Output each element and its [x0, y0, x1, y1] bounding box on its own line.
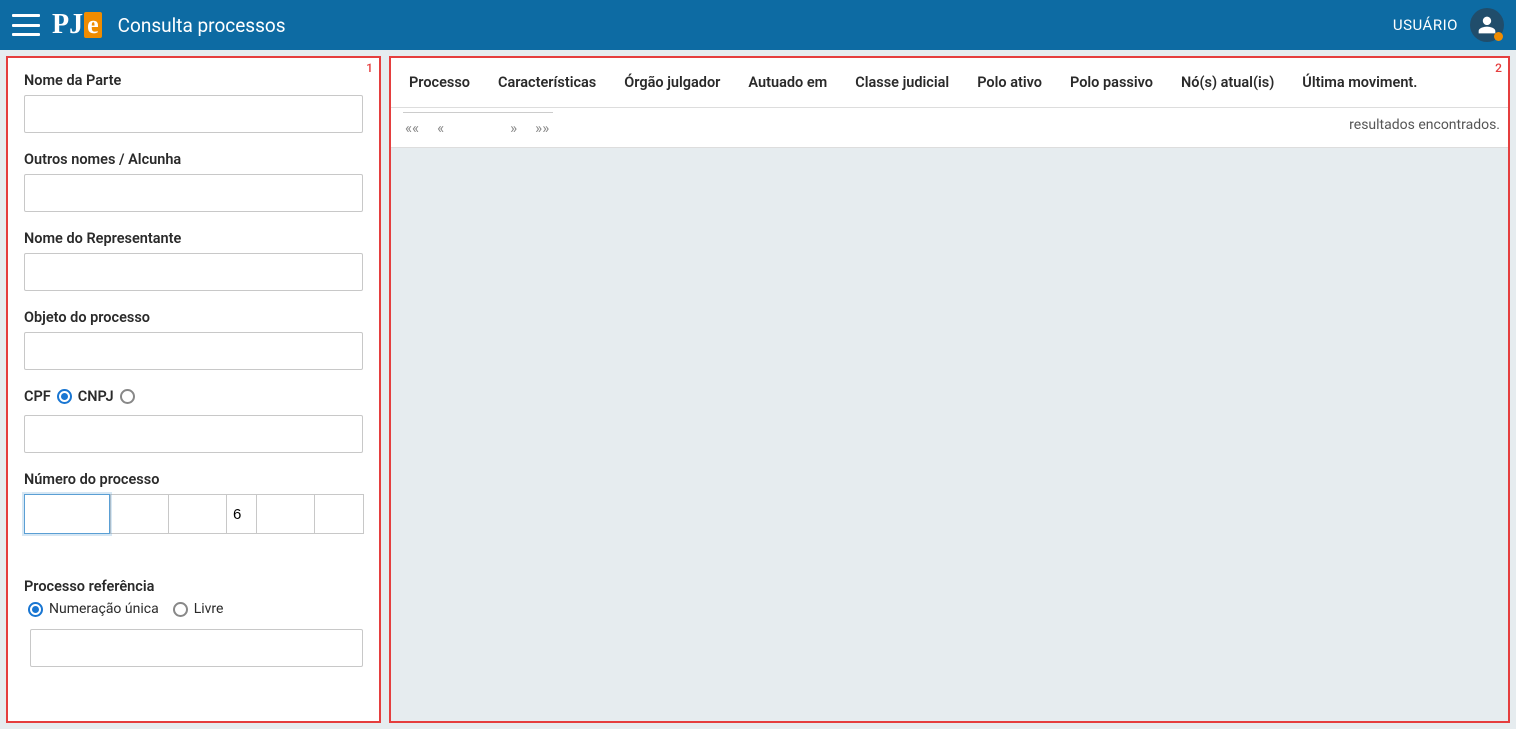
pager-prev[interactable]: «: [437, 119, 444, 137]
label-cnpj: CNPJ: [78, 388, 114, 405]
input-proc-part3[interactable]: [168, 494, 226, 534]
person-icon: [1477, 15, 1497, 35]
field-nome-parte: Nome da Parte: [24, 72, 363, 133]
field-nome-representante: Nome do Representante: [24, 230, 363, 291]
col-orgao-julgador[interactable]: Órgão julgador: [610, 74, 734, 91]
input-proc-part6[interactable]: [314, 494, 364, 534]
field-numero-processo: Número do processo: [24, 471, 363, 534]
input-doc-number[interactable]: [24, 415, 363, 453]
pager-next[interactable]: »: [510, 119, 517, 137]
doc-type-radio-row: CPF CNPJ: [24, 388, 363, 405]
field-doc-type: CPF CNPJ: [24, 388, 363, 453]
results-panel: 2 Processo Características Órgão julgado…: [389, 56, 1510, 723]
radio-cpf[interactable]: [57, 389, 72, 404]
user-avatar[interactable]: [1470, 8, 1504, 42]
numero-processo-inputs: [24, 494, 363, 534]
col-polo-ativo[interactable]: Polo ativo: [963, 74, 1056, 91]
annotation-badge-2: 2: [1495, 61, 1502, 75]
menu-icon[interactable]: [12, 14, 40, 36]
page-title: Consulta processos: [118, 14, 286, 37]
pager: «« « » »»: [399, 119, 553, 137]
field-outros-nomes: Outros nomes / Alcunha: [24, 151, 363, 212]
label-processo-referencia: Processo referência: [24, 578, 363, 595]
label-outros-nomes: Outros nomes / Alcunha: [24, 151, 363, 168]
field-objeto-processo: Objeto do processo: [24, 309, 363, 370]
logo-pj: PJ: [52, 9, 83, 41]
col-caracteristicas[interactable]: Características: [484, 74, 610, 91]
search-filters-panel: 1 Nome da Parte Outros nomes / Alcunha N…: [6, 56, 381, 723]
pager-first[interactable]: ««: [405, 119, 419, 137]
label-objeto-processo: Objeto do processo: [24, 309, 363, 326]
input-processo-referencia[interactable]: [30, 629, 363, 667]
radio-numeracao-unica[interactable]: [28, 602, 43, 617]
main-layout: 1 Nome da Parte Outros nomes / Alcunha N…: [0, 50, 1516, 729]
input-objeto-processo[interactable]: [24, 332, 363, 370]
field-processo-referencia: Processo referência Numeração única Livr…: [24, 578, 363, 667]
radio-cnpj[interactable]: [120, 389, 135, 404]
annotation-badge-1: 1: [366, 61, 373, 75]
col-nos-atuais[interactable]: Nó(s) atual(is): [1167, 74, 1288, 91]
results-count-label: resultados encontrados.: [1349, 117, 1500, 133]
input-nome-parte[interactable]: [24, 95, 363, 133]
label-nome-representante: Nome do Representante: [24, 230, 363, 247]
input-nome-representante[interactable]: [24, 253, 363, 291]
col-ultima-moviment[interactable]: Última moviment.: [1288, 74, 1431, 91]
results-table-header: Processo Características Órgão julgador …: [391, 58, 1508, 108]
col-processo[interactable]: Processo: [395, 74, 484, 91]
col-autuado-em[interactable]: Autuado em: [734, 74, 841, 91]
label-numero-processo: Número do processo: [24, 471, 363, 488]
app-header: PJe Consulta processos USUÁRIO: [0, 0, 1516, 50]
logo-e: e: [84, 12, 102, 38]
radio-livre[interactable]: [173, 602, 188, 617]
app-logo[interactable]: PJe: [52, 9, 102, 41]
label-nome-parte: Nome da Parte: [24, 72, 363, 89]
input-proc-part2[interactable]: [110, 494, 168, 534]
results-body: [391, 148, 1508, 721]
header-right: USUÁRIO: [1393, 8, 1504, 42]
results-footer: «« « » »» resultados encontrados.: [391, 108, 1508, 148]
header-left: PJe Consulta processos: [12, 9, 286, 41]
pager-last[interactable]: »»: [535, 119, 549, 137]
label-numeracao-unica: Numeração única: [49, 601, 159, 617]
user-label: USUÁRIO: [1393, 16, 1458, 34]
pager-divider: [403, 112, 553, 113]
label-cpf: CPF: [24, 388, 51, 405]
input-proc-part4[interactable]: [226, 494, 256, 534]
col-classe-judicial[interactable]: Classe judicial: [841, 74, 963, 91]
label-livre: Livre: [194, 601, 224, 617]
input-outros-nomes[interactable]: [24, 174, 363, 212]
status-dot-icon: [1494, 32, 1503, 41]
ref-radio-row: Numeração única Livre: [28, 601, 363, 617]
col-polo-passivo[interactable]: Polo passivo: [1056, 74, 1167, 91]
input-proc-part1[interactable]: [24, 494, 110, 534]
input-proc-part5[interactable]: [256, 494, 314, 534]
